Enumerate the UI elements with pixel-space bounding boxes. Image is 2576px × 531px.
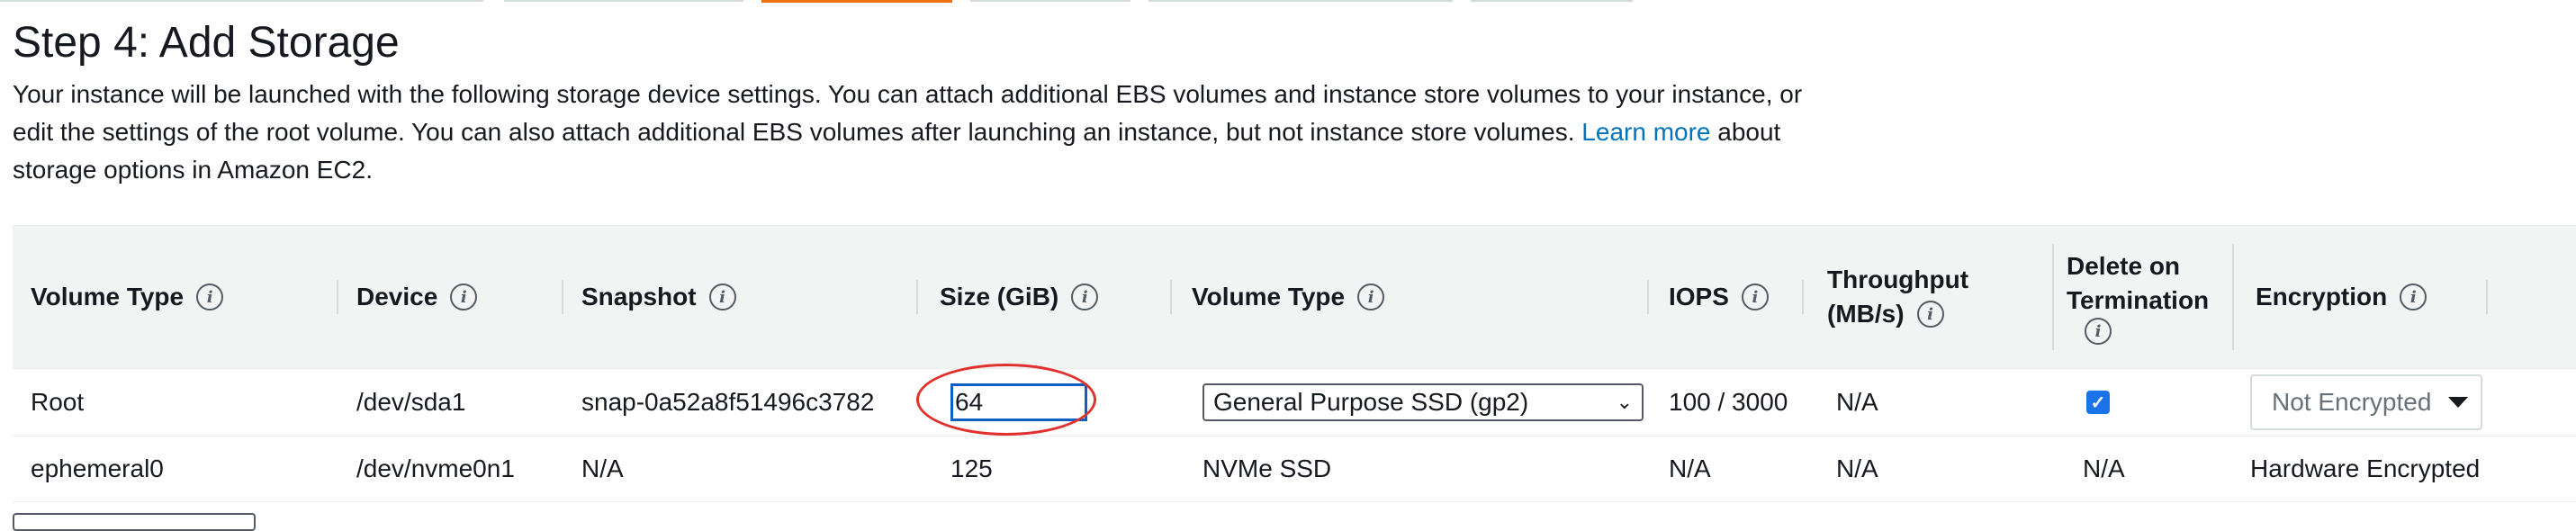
cell-iops: 100 / 3000	[1669, 388, 1788, 416]
page-description: Your instance will be launched with the …	[13, 76, 1849, 189]
storage-table: Volume Type i Device i Snapshot i Size (…	[13, 225, 2576, 502]
info-icon[interactable]: i	[2400, 284, 2427, 310]
table-header: Volume Type i Device i Snapshot i Size (…	[13, 225, 2576, 369]
col-header-volume-type: Volume Type i	[13, 226, 337, 368]
delete-on-termination-checkbox[interactable]: ✓	[2086, 391, 2110, 414]
cell-delete-on-termination: N/A	[2083, 454, 2125, 482]
cell-volume-type-select: General Purpose SSD (gp2) ⌄	[1174, 369, 1660, 436]
info-icon[interactable]: i	[1741, 284, 1769, 310]
cell-device: /dev/sda1	[356, 388, 466, 416]
column-divider	[916, 280, 918, 314]
cell-volume-type: NVMe SSD	[1202, 454, 1332, 482]
checkmark-icon: ✓	[2090, 392, 2106, 413]
info-icon[interactable]: i	[1071, 284, 1099, 310]
info-icon[interactable]: i	[1357, 284, 1385, 310]
encryption-select[interactable]: Not Encrypted	[2250, 374, 2482, 430]
cell-size	[922, 369, 1170, 436]
cell-size: 125	[950, 454, 993, 482]
wizard-tab[interactable]	[970, 0, 1130, 2]
volume-type-select-value: General Purpose SSD (gp2)	[1213, 388, 1529, 416]
info-icon[interactable]: i	[196, 284, 224, 310]
col-header-throughput: Throughput (MB/s) i	[1827, 266, 1969, 328]
cell-device: /dev/nvme0n1	[356, 454, 515, 482]
wizard-tab-active[interactable]	[761, 0, 952, 3]
col-header-iops: IOPS i	[1651, 226, 1804, 368]
encryption-select-value: Not Encrypted	[2272, 388, 2432, 416]
col-header-device: Device i	[338, 226, 562, 368]
cell-delete-on-termination: ✓	[2056, 369, 2236, 436]
cell-volume-type: ephemeral0	[31, 454, 164, 482]
wizard-tabs	[0, 0, 2576, 3]
page-title: Step 4: Add Storage	[13, 19, 400, 67]
col-header-encryption: Encryption i	[2238, 226, 2508, 368]
info-icon[interactable]: i	[2085, 318, 2112, 345]
table-row: ephemeral0 /dev/nvme0n1 N/A 125 NVMe SSD…	[13, 436, 2576, 502]
col-header-delete-on-termination: Delete on Termination i	[2056, 226, 2245, 368]
size-input[interactable]	[950, 383, 1087, 421]
cell-throughput: N/A	[1836, 454, 1878, 482]
cell-throughput: N/A	[1836, 388, 1878, 416]
cell-snapshot: N/A	[581, 454, 624, 482]
column-divider	[1802, 280, 1804, 314]
volume-type-select[interactable]: General Purpose SSD (gp2) ⌄	[1202, 383, 1644, 421]
col-header-volume-type-2: Volume Type i	[1174, 226, 1660, 368]
column-divider	[1647, 280, 1649, 314]
wizard-tab[interactable]	[504, 0, 743, 2]
info-icon[interactable]: i	[1916, 301, 1944, 328]
cell-iops: N/A	[1669, 454, 1711, 482]
cell-encryption: Not Encrypted	[2238, 369, 2508, 436]
learn-more-link[interactable]: Learn more	[1581, 118, 1710, 146]
col-header-snapshot: Snapshot i	[563, 226, 929, 368]
column-divider	[2486, 280, 2488, 314]
column-divider	[1170, 280, 1172, 314]
cell-encryption: Hardware Encrypted	[2250, 454, 2481, 482]
column-divider	[2232, 244, 2234, 350]
caret-down-icon	[2448, 397, 2468, 408]
cell-snapshot: snap-0a52a8f51496c3782	[581, 388, 875, 416]
info-icon[interactable]: i	[450, 284, 478, 310]
chevron-down-icon: ⌄	[1616, 391, 1633, 413]
table-row: Root /dev/sda1 snap-0a52a8f51496c3782 Ge…	[13, 369, 2576, 436]
col-header-size: Size (GiB) i	[922, 226, 1175, 368]
cell-volume-type: Root	[31, 388, 85, 416]
wizard-tab[interactable]	[1471, 0, 1633, 2]
wizard-tab[interactable]	[211, 0, 483, 2]
description-text: Your instance will be launched with the …	[13, 80, 1803, 146]
add-new-volume-button[interactable]	[13, 513, 256, 531]
wizard-tab[interactable]	[1148, 0, 1453, 2]
column-divider	[2052, 244, 2054, 350]
info-icon[interactable]: i	[708, 284, 736, 310]
